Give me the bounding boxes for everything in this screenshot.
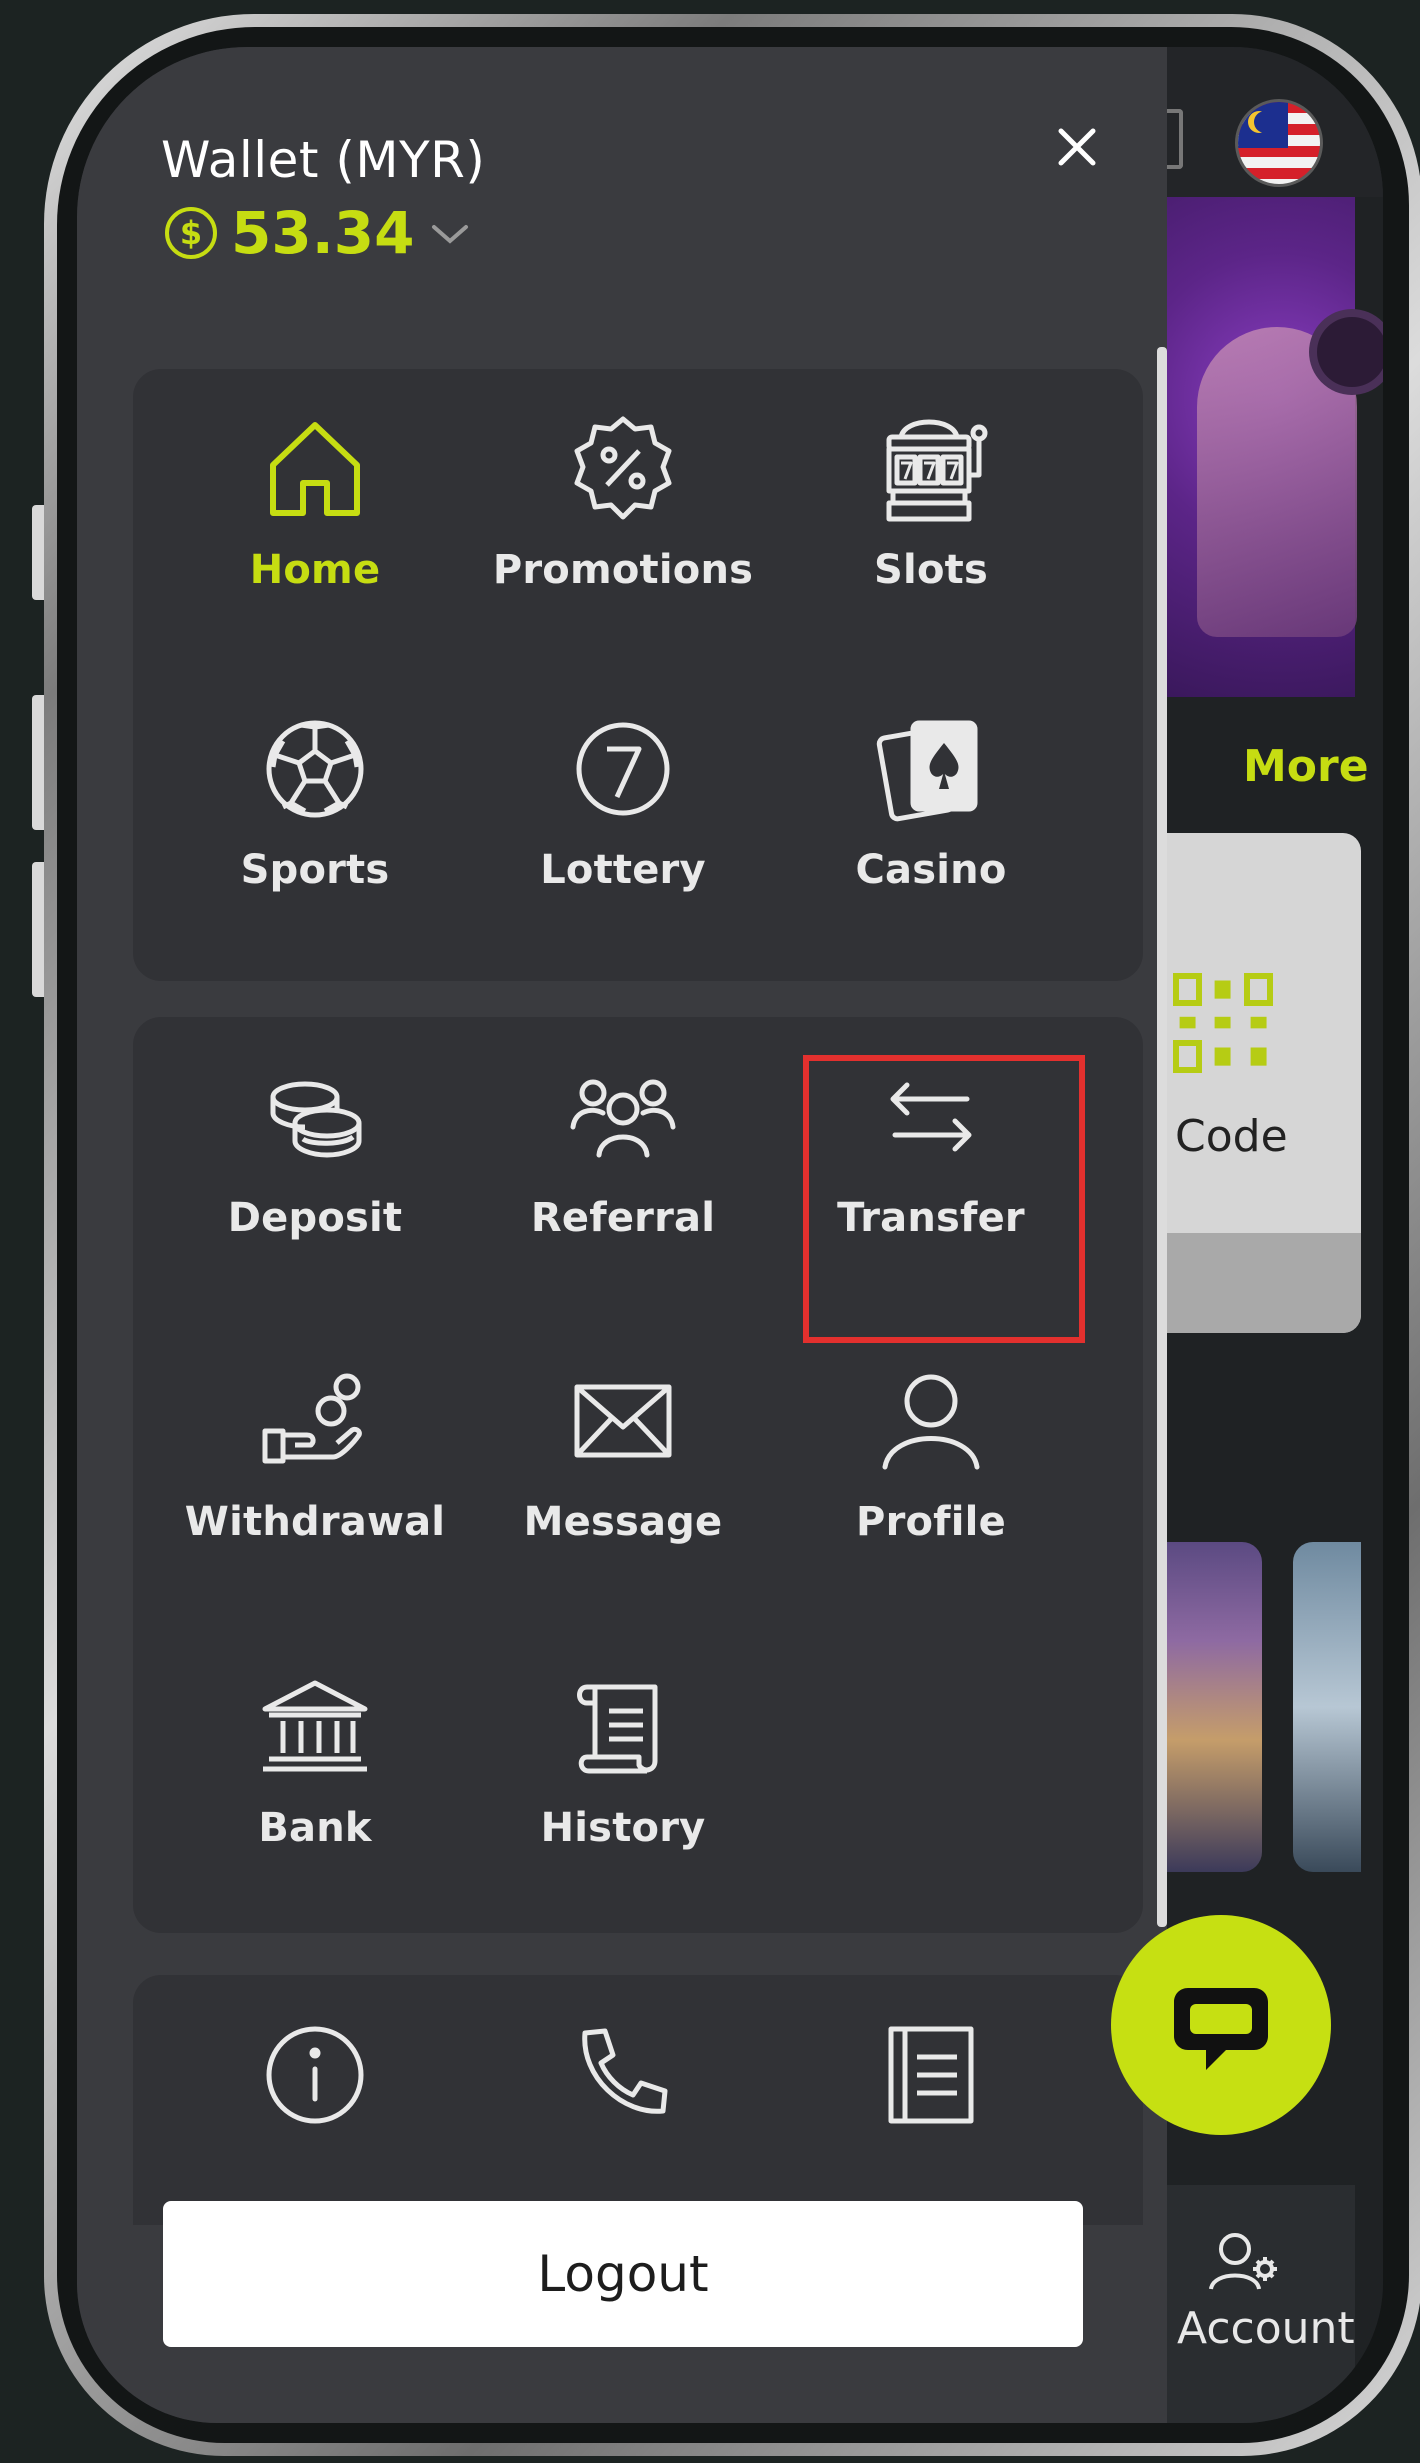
phone-side-button bbox=[32, 695, 44, 830]
menu-item-label: Referral bbox=[530, 1195, 716, 1241]
phone-side-button bbox=[32, 862, 44, 997]
slot-machine-icon bbox=[886, 419, 988, 522]
wallet-balance[interactable]: $ 53.34 bbox=[165, 199, 472, 267]
hand-coins-icon bbox=[262, 1373, 362, 1464]
account-nav-label[interactable]: Account bbox=[1177, 2303, 1355, 2354]
users-icon bbox=[570, 1079, 676, 1158]
phone-bezel: More Code Account Wallet (MYR) $ 53.34 H… bbox=[57, 27, 1409, 2443]
games-menu-panel: Home Promotions Slots Sports Lottery Cas… bbox=[133, 369, 1143, 981]
menu-item-label: Message bbox=[523, 1499, 723, 1545]
menu-item-label: Promotions bbox=[492, 547, 754, 593]
info-menu-panel bbox=[133, 1975, 1143, 2225]
menu-item-history[interactable]: History bbox=[473, 1627, 773, 1887]
playing-cards-icon bbox=[876, 720, 978, 822]
soccer-ball-icon bbox=[266, 720, 364, 818]
phone-screen: More Code Account Wallet (MYR) $ 53.34 H… bbox=[77, 47, 1383, 2423]
wallet-title: Wallet (MYR) bbox=[161, 131, 486, 189]
menu-item-terms[interactable] bbox=[781, 1975, 1081, 2235]
menu-item-label: Home bbox=[249, 547, 381, 593]
menu-item-deposit[interactable]: Deposit bbox=[165, 1017, 465, 1277]
menu-item-casino[interactable]: Casino bbox=[781, 669, 1081, 929]
envelope-icon bbox=[574, 1384, 672, 1458]
menu-item-label: Lottery bbox=[540, 847, 706, 893]
person-icon bbox=[882, 1374, 980, 1470]
scroll-icon bbox=[577, 1684, 658, 1774]
menu-item-withdrawal[interactable]: Withdrawal bbox=[165, 1321, 465, 1581]
chat-bubble-icon bbox=[1174, 1988, 1268, 2070]
menu-item-home[interactable]: Home bbox=[165, 369, 465, 629]
menu-item-profile[interactable]: Profile bbox=[781, 1321, 1081, 1581]
document-icon bbox=[888, 2026, 974, 2124]
close-icon[interactable] bbox=[1037, 107, 1117, 187]
menu-item-label: Deposit bbox=[227, 1195, 403, 1241]
menu-item-bank[interactable]: Bank bbox=[165, 1627, 465, 1887]
percent-badge-icon bbox=[574, 416, 672, 520]
qr-code-card[interactable]: Code bbox=[1167, 833, 1361, 1333]
bank-icon bbox=[262, 1680, 368, 1772]
menu-item-message[interactable]: Message bbox=[473, 1321, 773, 1581]
menu-item-contact[interactable] bbox=[473, 1975, 773, 2235]
chevron-down-icon[interactable] bbox=[428, 211, 472, 255]
menu-item-info[interactable] bbox=[165, 1975, 465, 2235]
menu-item-referral[interactable]: Referral bbox=[473, 1017, 773, 1277]
menu-item-label: Sports bbox=[240, 847, 390, 893]
menu-item-sports[interactable]: Sports bbox=[165, 669, 465, 929]
malaysia-flag-icon[interactable] bbox=[1235, 99, 1323, 187]
menu-item-slots[interactable]: Slots bbox=[781, 369, 1081, 629]
menu-item-label: History bbox=[540, 1805, 706, 1851]
banner-figure bbox=[1317, 317, 1383, 387]
more-link[interactable]: More bbox=[1243, 741, 1369, 792]
game-thumbnail[interactable] bbox=[1167, 1542, 1262, 1872]
qr-card-footer bbox=[1167, 1233, 1361, 1333]
wallet-amount: 53.34 bbox=[231, 199, 415, 267]
menu-item-label: Withdrawal bbox=[184, 1499, 446, 1545]
phone-icon bbox=[582, 2028, 668, 2114]
menu-item-label: Slots bbox=[874, 547, 988, 593]
side-drawer: Wallet (MYR) $ 53.34 Home Promotions Slo… bbox=[77, 47, 1167, 2423]
home-icon bbox=[270, 422, 360, 516]
info-icon bbox=[266, 2026, 364, 2124]
menu-item-promotions[interactable]: Promotions bbox=[473, 369, 773, 629]
phone-side-button bbox=[32, 505, 44, 600]
drawer-scrollbar[interactable] bbox=[1157, 347, 1167, 1927]
game-thumbnail[interactable] bbox=[1293, 1542, 1361, 1872]
menu-item-label: Bank bbox=[258, 1805, 372, 1851]
qr-card-label: Code bbox=[1175, 1111, 1288, 1162]
dollar-coin-icon: $ bbox=[165, 207, 217, 259]
menu-item-label: Profile bbox=[856, 1499, 1006, 1545]
phone-frame: More Code Account Wallet (MYR) $ 53.34 H… bbox=[44, 14, 1420, 2456]
menu-item-lottery[interactable]: Lottery bbox=[473, 669, 773, 929]
account-settings-icon[interactable] bbox=[1205, 2227, 1285, 2297]
promo-banner[interactable] bbox=[1167, 197, 1383, 697]
qr-code-icon bbox=[1173, 973, 1273, 1073]
lottery-ball-icon bbox=[576, 722, 670, 816]
logout-button[interactable]: Logout bbox=[163, 2201, 1083, 2347]
transfer-highlight-box bbox=[803, 1055, 1085, 1343]
coins-icon bbox=[270, 1081, 362, 1158]
menu-item-label: Casino bbox=[855, 847, 1007, 893]
live-chat-button[interactable] bbox=[1111, 1915, 1331, 2135]
